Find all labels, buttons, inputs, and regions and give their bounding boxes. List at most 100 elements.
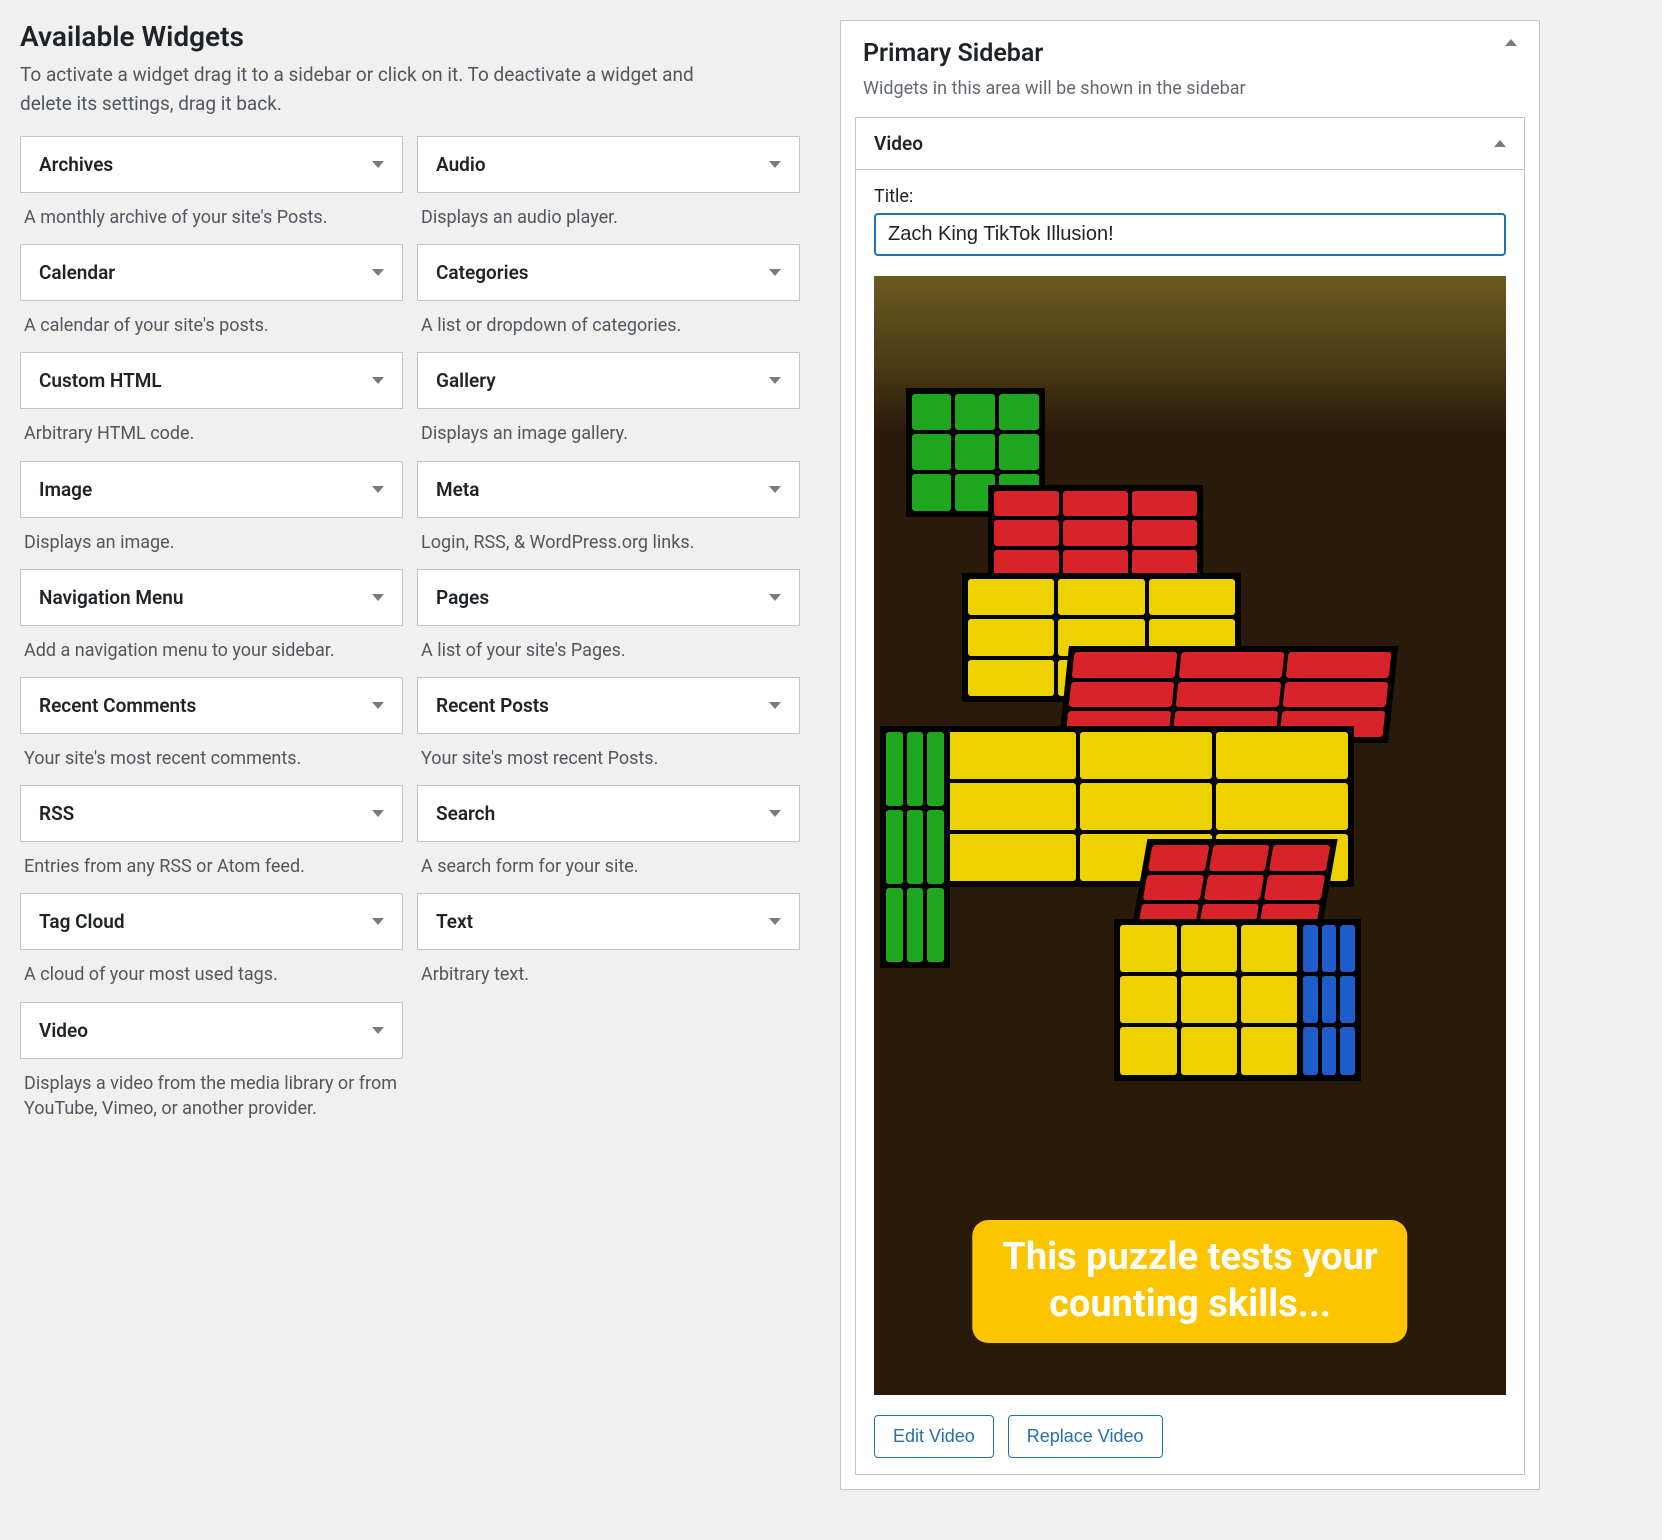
widget-name-label: RSS — [39, 802, 74, 825]
primary-sidebar-header[interactable]: Primary Sidebar — [841, 21, 1539, 78]
widget-name-label: Categories — [436, 261, 529, 284]
widget-header[interactable]: Recent Posts — [417, 677, 800, 734]
widget-card: Video Displays a video from the media lib… — [20, 1002, 403, 1121]
widget-header[interactable]: RSS — [20, 785, 403, 842]
widget-card: Categories A list or dropdown of categori… — [417, 244, 800, 338]
widget-header[interactable]: Video — [20, 1002, 403, 1059]
widget-name-label: Search — [436, 802, 495, 825]
widget-description: A list or dropdown of categories. — [417, 301, 800, 338]
video-widget-body: Title: — [856, 170, 1524, 1474]
widget-description: Your site's most recent Posts. — [417, 734, 800, 771]
widget-card: Recent Posts Your site's most recent Post… — [417, 677, 800, 771]
widget-header[interactable]: Navigation Menu — [20, 569, 403, 626]
widget-description: A list of your site's Pages. — [417, 626, 800, 663]
chevron-down-icon[interactable] — [372, 1027, 384, 1034]
chevron-down-icon[interactable] — [769, 486, 781, 493]
available-widgets-heading: Available Widgets — [20, 20, 800, 53]
title-field-label: Title: — [874, 186, 1506, 207]
chevron-down-icon[interactable] — [769, 594, 781, 601]
primary-sidebar-description: Widgets in this area will be shown in th… — [841, 78, 1539, 117]
widgets-grid: Archives A monthly archive of your site's… — [20, 136, 800, 1121]
widget-header[interactable]: Gallery — [417, 352, 800, 409]
widget-description: Entries from any RSS or Atom feed. — [20, 842, 403, 879]
widget-description: Login, RSS, & WordPress.org links. — [417, 518, 800, 555]
widget-card: Search A search form for your site. — [417, 785, 800, 879]
widget-description: Displays an image gallery. — [417, 409, 800, 446]
chevron-down-icon[interactable] — [372, 810, 384, 817]
widget-name-label: Text — [436, 910, 473, 933]
chevron-down-icon[interactable] — [769, 702, 781, 709]
widget-description: Displays a video from the media library … — [20, 1059, 403, 1121]
available-widgets-section: Available Widgets To activate a widget d… — [20, 20, 800, 1490]
widget-card: Navigation Menu Add a navigation menu to … — [20, 569, 403, 663]
chevron-down-icon[interactable] — [372, 269, 384, 276]
video-actions-row: Edit Video Replace Video — [874, 1415, 1506, 1458]
widget-name-label: Video — [39, 1019, 88, 1042]
widget-header[interactable]: Archives — [20, 136, 403, 193]
widget-description: Arbitrary text. — [417, 950, 800, 987]
primary-sidebar-title: Primary Sidebar — [863, 39, 1043, 68]
widget-description: A calendar of your site's posts. — [20, 301, 403, 338]
video-widget-panel: Video Title: — [855, 117, 1525, 1475]
widget-header[interactable]: Search — [417, 785, 800, 842]
chevron-down-icon[interactable] — [372, 918, 384, 925]
chevron-down-icon[interactable] — [372, 161, 384, 168]
widget-header[interactable]: Audio — [417, 136, 800, 193]
chevron-down-icon[interactable] — [372, 594, 384, 601]
widget-header[interactable]: Recent Comments — [20, 677, 403, 734]
chevron-down-icon[interactable] — [769, 269, 781, 276]
collapse-icon[interactable] — [1494, 140, 1506, 147]
widget-card: Custom HTML Arbitrary HTML code. — [20, 352, 403, 446]
widget-name-label: Gallery — [436, 369, 496, 392]
widget-card: Pages A list of your site's Pages. — [417, 569, 800, 663]
widget-header[interactable]: Categories — [417, 244, 800, 301]
video-thumbnail-graphic — [874, 388, 1506, 1193]
widget-description: Displays an image. — [20, 518, 403, 555]
chevron-down-icon[interactable] — [769, 161, 781, 168]
widget-name-label: Meta — [436, 478, 479, 501]
sidebar-panel-column: Primary Sidebar Widgets in this area wil… — [840, 20, 1540, 1490]
widget-name-label: Navigation Menu — [39, 586, 183, 609]
video-preview: This puzzle tests your counting skills..… — [874, 276, 1506, 1395]
widget-card: AudioDisplays an audio player. — [417, 136, 800, 230]
widget-description: Displays an audio player. — [417, 193, 800, 230]
widget-card: Recent Comments Your site's most recent c… — [20, 677, 403, 771]
widget-name-label: Recent Comments — [39, 694, 196, 717]
widget-card: Tag CloudA cloud of your most used tags. — [20, 893, 403, 987]
chevron-down-icon[interactable] — [372, 377, 384, 384]
edit-video-button[interactable]: Edit Video — [874, 1415, 994, 1458]
video-widget-header-label: Video — [874, 132, 923, 155]
widget-header[interactable]: Calendar — [20, 244, 403, 301]
replace-video-button[interactable]: Replace Video — [1008, 1415, 1163, 1458]
widget-name-label: Archives — [39, 153, 113, 176]
widget-name-label: Pages — [436, 586, 489, 609]
chevron-down-icon[interactable] — [769, 377, 781, 384]
widget-header[interactable]: Image — [20, 461, 403, 518]
widget-name-label: Calendar — [39, 261, 115, 284]
widget-description: Your site's most recent comments. — [20, 734, 403, 771]
video-widget-header[interactable]: Video — [856, 118, 1524, 170]
chevron-down-icon[interactable] — [372, 702, 384, 709]
widget-description: Add a navigation menu to your sidebar. — [20, 626, 403, 663]
widget-name-label: Recent Posts — [436, 694, 549, 717]
video-title-input[interactable] — [874, 213, 1506, 256]
widget-header[interactable]: Meta — [417, 461, 800, 518]
widget-card: Meta Login, RSS, & WordPress.org links. — [417, 461, 800, 555]
primary-sidebar-panel: Primary Sidebar Widgets in this area wil… — [840, 20, 1540, 1490]
widget-description: A monthly archive of your site's Posts. — [20, 193, 403, 230]
widget-name-label: Custom HTML — [39, 369, 162, 392]
widget-description: Arbitrary HTML code. — [20, 409, 403, 446]
chevron-down-icon[interactable] — [372, 486, 384, 493]
widget-card: Archives A monthly archive of your site's… — [20, 136, 403, 230]
widget-header[interactable]: Custom HTML — [20, 352, 403, 409]
chevron-down-icon[interactable] — [769, 810, 781, 817]
available-widgets-description: To activate a widget drag it to a sideba… — [20, 61, 720, 118]
chevron-down-icon[interactable] — [769, 918, 781, 925]
widget-header[interactable]: Text — [417, 893, 800, 950]
widget-card: RSS Entries from any RSS or Atom feed. — [20, 785, 403, 879]
widget-card: Gallery Displays an image gallery. — [417, 352, 800, 446]
widget-description: A search form for your site. — [417, 842, 800, 879]
collapse-icon[interactable] — [1505, 39, 1517, 46]
widget-header[interactable]: Tag Cloud — [20, 893, 403, 950]
widget-header[interactable]: Pages — [417, 569, 800, 626]
